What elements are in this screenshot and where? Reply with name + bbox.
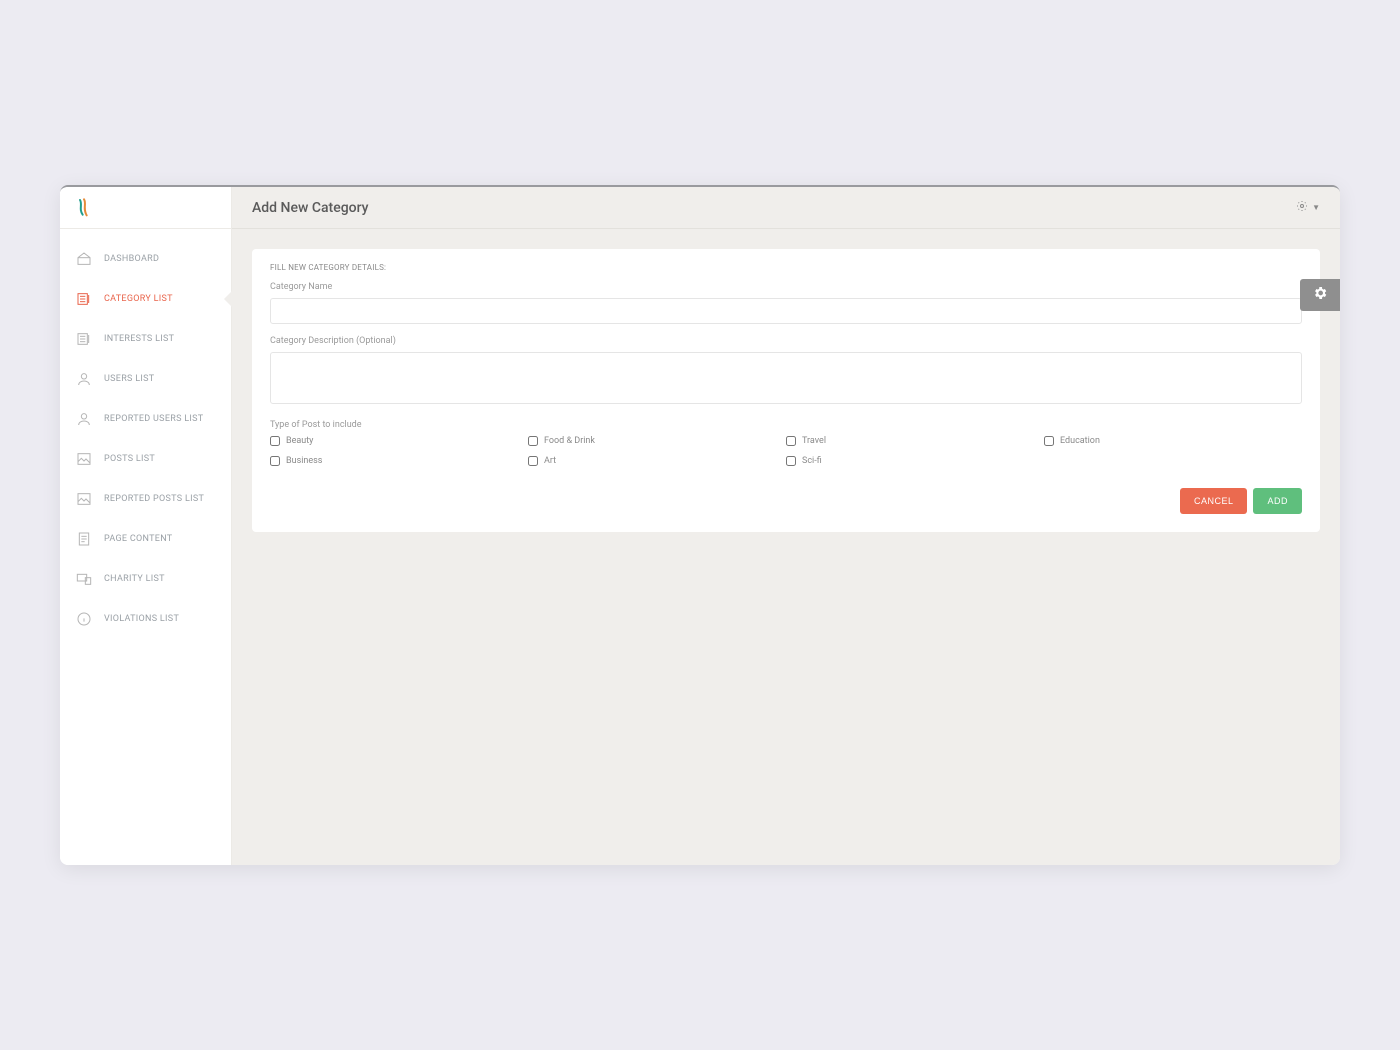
button-row: CANCEL ADD [270, 488, 1302, 514]
list-icon [76, 291, 92, 307]
checkbox-label: Food & Drink [544, 436, 595, 446]
sidebar-nav: DASHBOARD CATEGORY LIST INTERESTS LIST U… [60, 229, 231, 639]
sidebar-item-label: USERS LIST [104, 374, 154, 384]
info-icon [76, 611, 92, 627]
list-icon [76, 331, 92, 347]
sidebar-item-dashboard[interactable]: DASHBOARD [60, 239, 231, 279]
sidebar-item-interests-list[interactable]: INTERESTS LIST [60, 319, 231, 359]
checkbox-input[interactable] [786, 436, 796, 446]
logo-icon [76, 198, 92, 218]
image-icon [76, 491, 92, 507]
sidebar-item-violations-list[interactable]: VIOLATIONS LIST [60, 599, 231, 639]
sidebar-item-reported-posts-list[interactable]: REPORTED POSTS LIST [60, 479, 231, 519]
sidebar-item-label: REPORTED USERS LIST [104, 414, 203, 424]
logo-area [60, 187, 231, 229]
checkbox-beauty[interactable]: Beauty [270, 436, 528, 446]
gear-icon [1296, 200, 1308, 215]
checkbox-art[interactable]: Art [528, 456, 786, 466]
settings-tab-button[interactable] [1300, 279, 1340, 311]
checkbox-business[interactable]: Business [270, 456, 528, 466]
category-name-label: Category Name [270, 282, 1302, 292]
checkbox-grid: Beauty Food & Drink Travel Education [270, 436, 1302, 466]
checkbox-input[interactable] [270, 436, 280, 446]
sidebar-item-category-list[interactable]: CATEGORY LIST [60, 279, 231, 319]
gear-icon [1312, 285, 1328, 305]
checkbox-label: Travel [802, 436, 826, 446]
sidebar-item-label: DASHBOARD [104, 254, 159, 264]
checkbox-food-drink[interactable]: Food & Drink [528, 436, 786, 446]
user-icon [76, 411, 92, 427]
topbar: Add New Category ▼ [232, 187, 1340, 229]
sidebar-item-label: INTERESTS LIST [104, 334, 174, 344]
user-icon [76, 371, 92, 387]
sidebar-item-label: CHARITY LIST [104, 574, 165, 584]
checkbox-label: Beauty [286, 436, 313, 446]
form-card: FILL NEW CATEGORY DETAILS: Category Name… [252, 249, 1320, 532]
sidebar-item-label: VIOLATIONS LIST [104, 614, 179, 624]
category-description-input[interactable] [270, 352, 1302, 404]
category-name-input[interactable] [270, 298, 1302, 324]
dashboard-icon [76, 251, 92, 267]
sidebar-item-reported-users-list[interactable]: REPORTED USERS LIST [60, 399, 231, 439]
checkbox-education[interactable]: Education [1044, 436, 1302, 446]
checkbox-input[interactable] [528, 436, 538, 446]
topbar-settings-menu[interactable]: ▼ [1296, 200, 1320, 215]
section-header: FILL NEW CATEGORY DETAILS: [270, 263, 1302, 272]
sidebar-item-label: REPORTED POSTS LIST [104, 494, 204, 504]
sidebar-item-page-content[interactable]: PAGE CONTENT [60, 519, 231, 559]
image-icon [76, 451, 92, 467]
checkbox-label: Business [286, 456, 322, 466]
document-icon [76, 531, 92, 547]
main: Add New Category ▼ FILL NEW CATEGORY DET… [232, 187, 1340, 865]
sidebar-item-label: CATEGORY LIST [104, 294, 173, 304]
sidebar-item-users-list[interactable]: USERS LIST [60, 359, 231, 399]
sidebar-item-charity-list[interactable]: CHARITY LIST [60, 559, 231, 599]
checkbox-label: Sci-fi [802, 456, 822, 466]
cancel-button[interactable]: CANCEL [1180, 488, 1248, 514]
add-button[interactable]: ADD [1253, 488, 1302, 514]
checkbox-input[interactable] [270, 456, 280, 466]
page-title: Add New Category [252, 200, 369, 216]
sidebar: DASHBOARD CATEGORY LIST INTERESTS LIST U… [60, 187, 232, 865]
post-type-label: Type of Post to include [270, 420, 1302, 430]
sidebar-item-label: PAGE CONTENT [104, 534, 172, 544]
checkbox-scifi[interactable]: Sci-fi [786, 456, 1044, 466]
app-shell: DASHBOARD CATEGORY LIST INTERESTS LIST U… [60, 185, 1340, 865]
sidebar-item-posts-list[interactable]: POSTS LIST [60, 439, 231, 479]
devices-icon [76, 571, 92, 587]
checkbox-input[interactable] [1044, 436, 1054, 446]
checkbox-input[interactable] [528, 456, 538, 466]
content: FILL NEW CATEGORY DETAILS: Category Name… [232, 229, 1340, 552]
checkbox-input[interactable] [786, 456, 796, 466]
chevron-down-icon: ▼ [1312, 203, 1320, 212]
checkbox-label: Education [1060, 436, 1100, 446]
checkbox-label: Art [544, 456, 556, 466]
category-description-label: Category Description (Optional) [270, 336, 1302, 346]
checkbox-travel[interactable]: Travel [786, 436, 1044, 446]
sidebar-item-label: POSTS LIST [104, 454, 155, 464]
